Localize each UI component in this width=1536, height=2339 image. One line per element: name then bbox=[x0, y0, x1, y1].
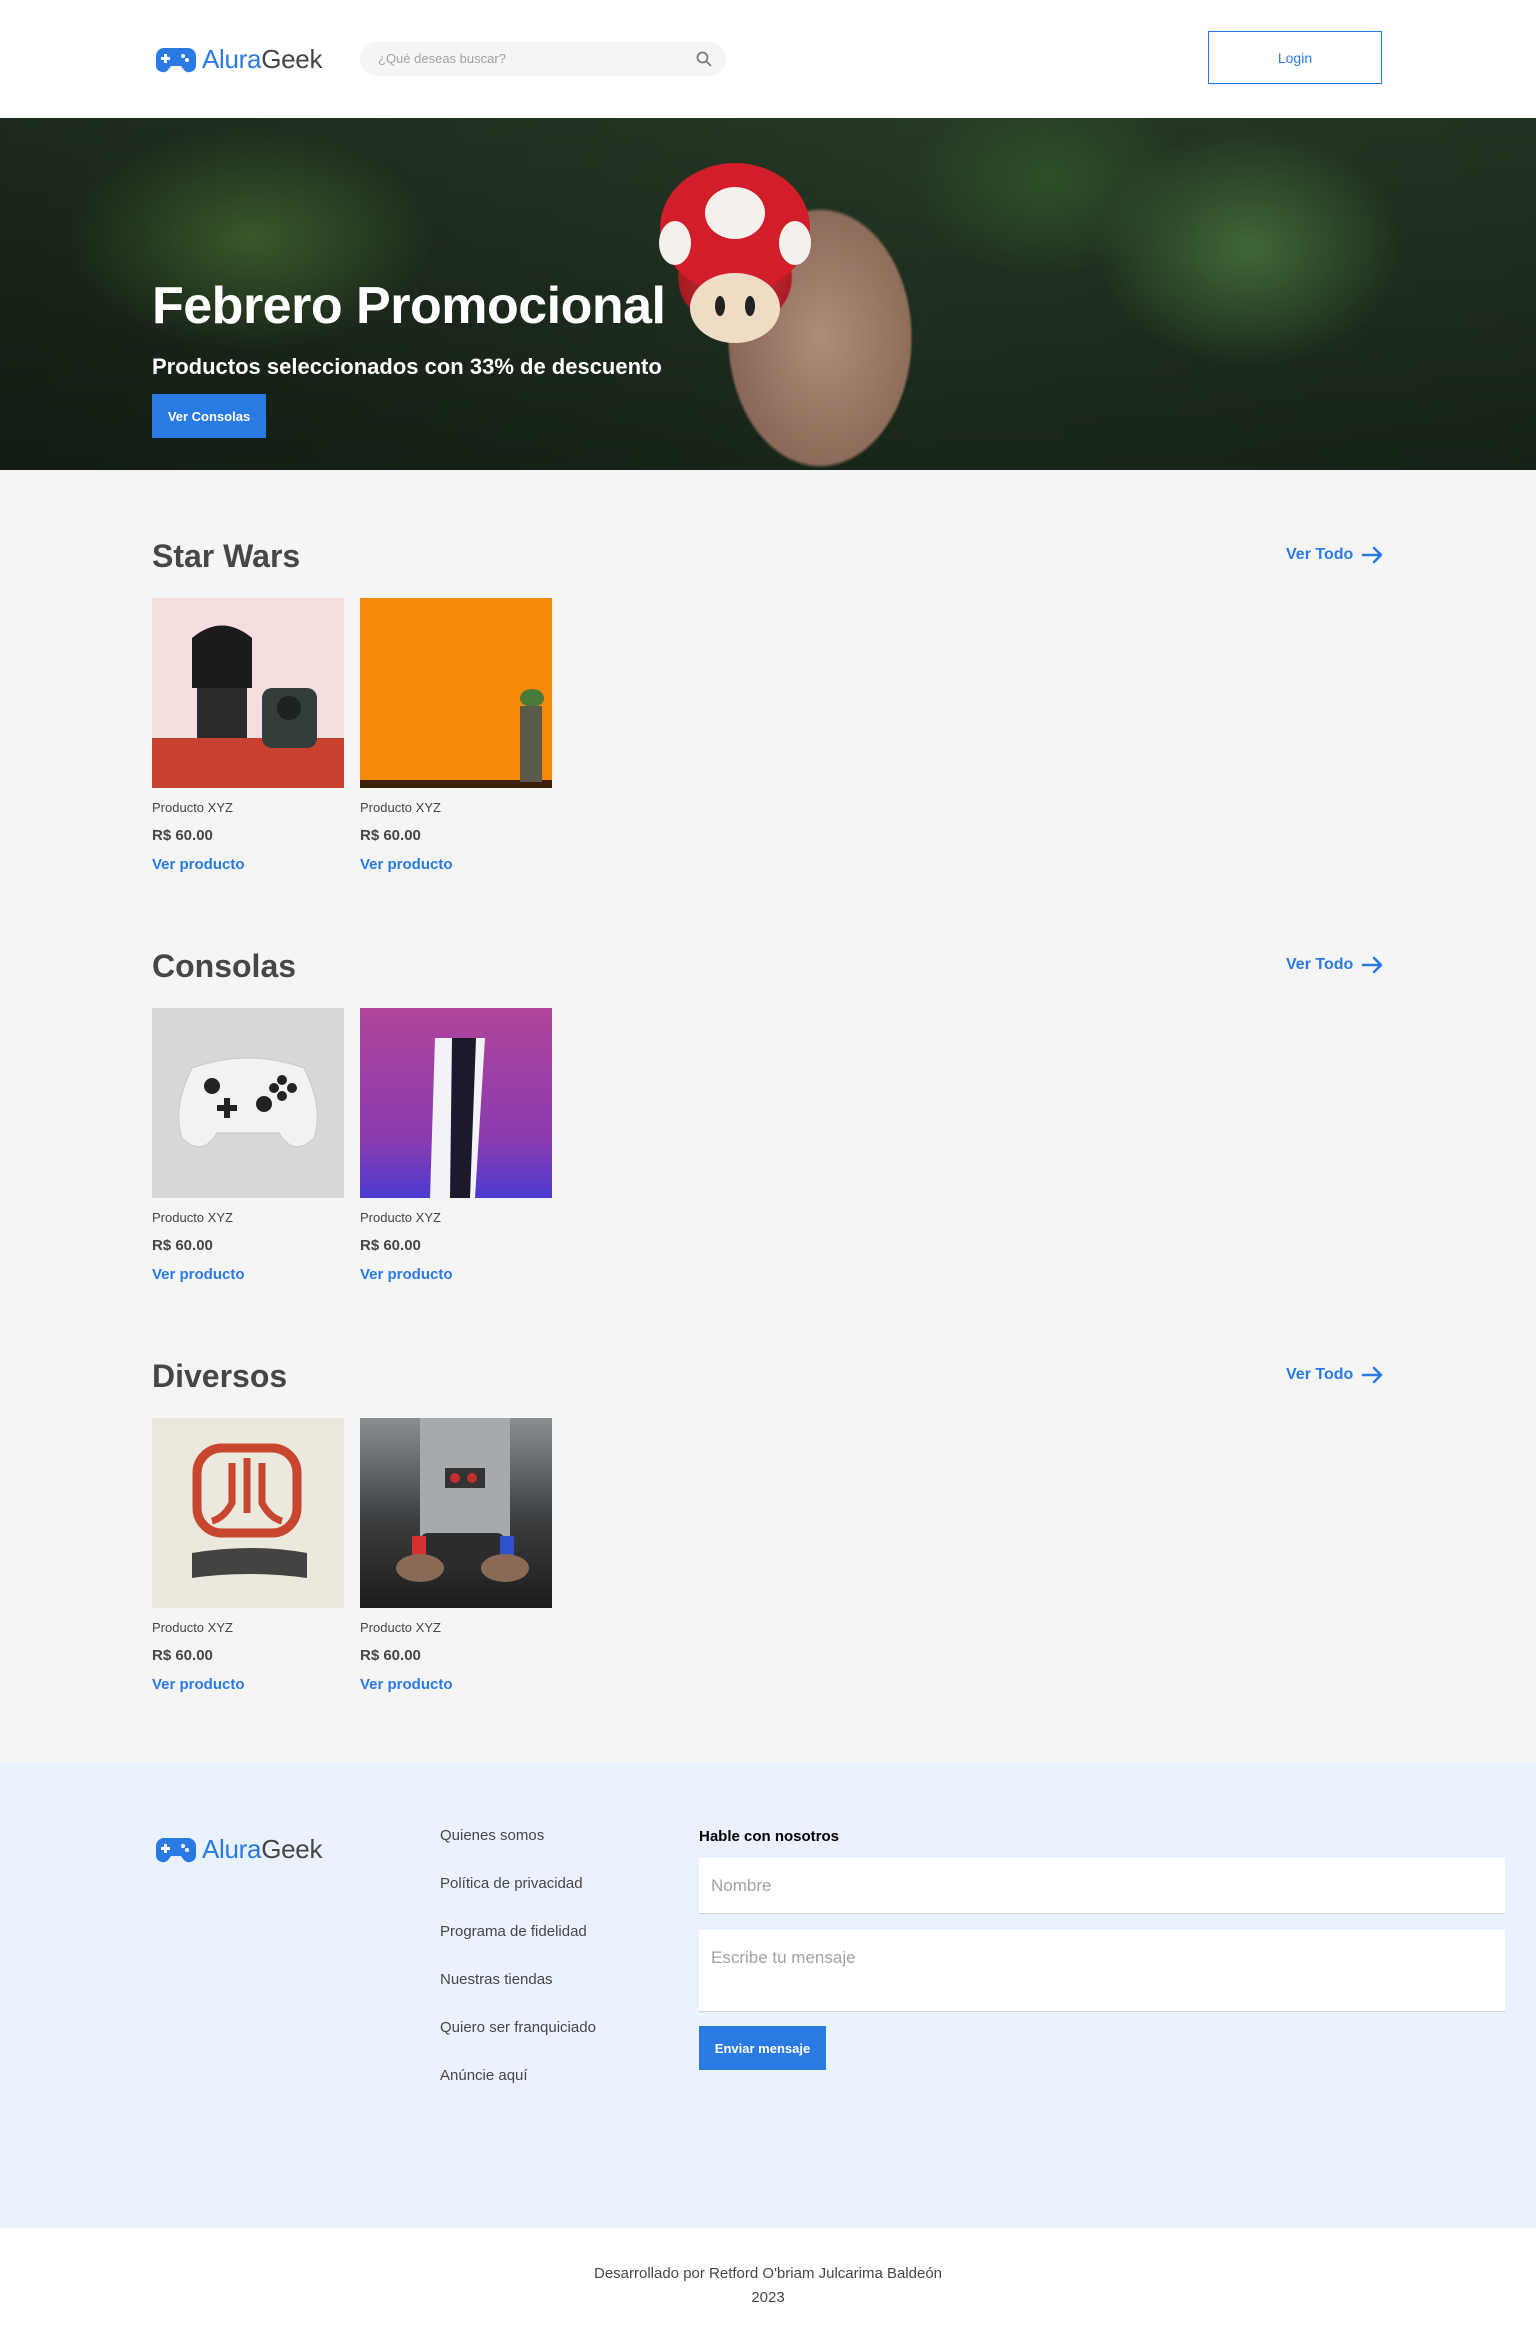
footer-link-privacy[interactable]: Política de privacidad bbox=[440, 1872, 620, 1896]
product-price: R$ 60.00 bbox=[360, 1647, 421, 1664]
product-name: Producto XYZ bbox=[360, 800, 441, 815]
hero-subtitle: Productos seleccionados con 33% de descu… bbox=[152, 354, 662, 379]
product-price: R$ 60.00 bbox=[152, 827, 213, 844]
view-consoles-button[interactable]: Ver Consolas bbox=[152, 394, 266, 438]
product-image[interactable] bbox=[360, 598, 552, 788]
product-price: R$ 60.00 bbox=[152, 1237, 213, 1254]
hero-banner: Febrero Promocional Productos selecciona… bbox=[0, 118, 1536, 470]
product-card[interactable]: Producto XYZ R$ 60.00 Ver producto bbox=[360, 1008, 552, 1283]
footer-link-loyalty[interactable]: Programa de fidelidad bbox=[440, 1920, 620, 1944]
search-input[interactable]: ¿Qué deseas buscar? bbox=[360, 42, 726, 76]
section-title-diversos: Diversos bbox=[152, 1358, 288, 1394]
product-image[interactable] bbox=[152, 598, 344, 788]
see-all-consolas[interactable]: Ver Todo bbox=[1286, 956, 1385, 974]
view-product-link[interactable]: Ver producto bbox=[360, 856, 552, 873]
see-all-label: Ver Todo bbox=[1286, 1366, 1354, 1383]
logo-text: AluraGeek bbox=[202, 44, 323, 74]
logo[interactable]: AluraGeek bbox=[156, 44, 322, 75]
view-product-link[interactable]: Ver producto bbox=[152, 1266, 344, 1283]
product-card[interactable]: Producto XYZ R$ 60.00 Ver producto bbox=[152, 598, 344, 873]
view-product-link[interactable]: Ver producto bbox=[152, 856, 344, 873]
product-name: Producto XYZ bbox=[360, 1210, 441, 1225]
section-title-consolas: Consolas bbox=[152, 948, 297, 984]
name-placeholder: Nombre bbox=[711, 1876, 772, 1895]
credits: Desarrollado por Retford O'briam Julcari… bbox=[0, 2228, 1536, 2339]
hero-title: Febrero Promocional bbox=[152, 277, 666, 335]
footer: AluraGeek Quienes somos Política de priv… bbox=[0, 1762, 1536, 2228]
product-card[interactable]: Producto XYZ R$ 60.00 Ver producto bbox=[152, 1008, 344, 1283]
product-price: R$ 60.00 bbox=[152, 1647, 213, 1664]
product-name: Producto XYZ bbox=[152, 1620, 233, 1635]
gamepad-icon bbox=[156, 1837, 196, 1862]
credits-year: 2023 bbox=[751, 2289, 785, 2306]
section-title-star-wars: Star Wars bbox=[152, 538, 301, 574]
footer-link-advertise[interactable]: Anúncie aquí bbox=[440, 2064, 620, 2088]
message-placeholder: Escribe tu mensaje bbox=[711, 1948, 856, 1967]
see-all-label: Ver Todo bbox=[1286, 956, 1354, 973]
see-all-star-wars[interactable]: Ver Todo bbox=[1286, 546, 1385, 564]
search-placeholder: ¿Qué deseas buscar? bbox=[378, 51, 506, 66]
arrow-right-icon bbox=[1362, 1366, 1383, 1384]
footer-link-about[interactable]: Quienes somos bbox=[440, 1824, 620, 1848]
product-image[interactable] bbox=[360, 1008, 552, 1198]
view-product-link[interactable]: Ver producto bbox=[360, 1676, 552, 1693]
name-field[interactable]: Nombre bbox=[699, 1858, 1505, 1914]
arrow-right-icon bbox=[1362, 956, 1383, 974]
product-name: Producto XYZ bbox=[152, 800, 233, 815]
logo-text: AluraGeek bbox=[202, 1834, 323, 1864]
search-icon[interactable] bbox=[696, 51, 712, 67]
footer-link-stores[interactable]: Nuestras tiendas bbox=[440, 1968, 620, 1992]
mushroom-image bbox=[659, 163, 811, 343]
view-product-link[interactable]: Ver producto bbox=[360, 1266, 552, 1283]
gamepad-icon bbox=[156, 47, 196, 72]
product-price: R$ 60.00 bbox=[360, 827, 421, 844]
view-product-link[interactable]: Ver producto bbox=[152, 1676, 344, 1693]
product-image[interactable] bbox=[152, 1418, 344, 1608]
see-all-label: Ver Todo bbox=[1286, 546, 1354, 563]
footer-links: Quienes somos Política de privacidad Pro… bbox=[440, 1824, 620, 2112]
product-name: Producto XYZ bbox=[152, 1210, 233, 1225]
message-field[interactable]: Escribe tu mensaje bbox=[699, 1930, 1505, 2012]
login-button[interactable]: Login bbox=[1208, 31, 1382, 84]
footer-logo[interactable]: AluraGeek bbox=[156, 1834, 322, 1865]
product-card[interactable]: Producto XYZ R$ 60.00 Ver producto bbox=[360, 598, 552, 873]
arrow-right-icon bbox=[1362, 546, 1383, 564]
product-image[interactable] bbox=[152, 1008, 344, 1198]
product-card[interactable]: Producto XYZ R$ 60.00 Ver producto bbox=[152, 1418, 344, 1693]
credits-author: Desarrollado por Retford O'briam Julcari… bbox=[593, 2265, 943, 2282]
send-message-button[interactable]: Enviar mensaje bbox=[699, 2026, 826, 2070]
product-name: Producto XYZ bbox=[360, 1620, 441, 1635]
product-card[interactable]: Producto XYZ R$ 60.00 Ver producto bbox=[360, 1418, 552, 1693]
product-price: R$ 60.00 bbox=[360, 1237, 421, 1254]
footer-link-franchise[interactable]: Quiero ser franquiciado bbox=[440, 2016, 620, 2040]
product-image[interactable] bbox=[360, 1418, 552, 1608]
contact-form-title: Hable con nosotros bbox=[699, 1828, 840, 1845]
see-all-diversos[interactable]: Ver Todo bbox=[1286, 1366, 1385, 1384]
header: AluraGeek ¿Qué deseas buscar? Login bbox=[0, 0, 1536, 118]
